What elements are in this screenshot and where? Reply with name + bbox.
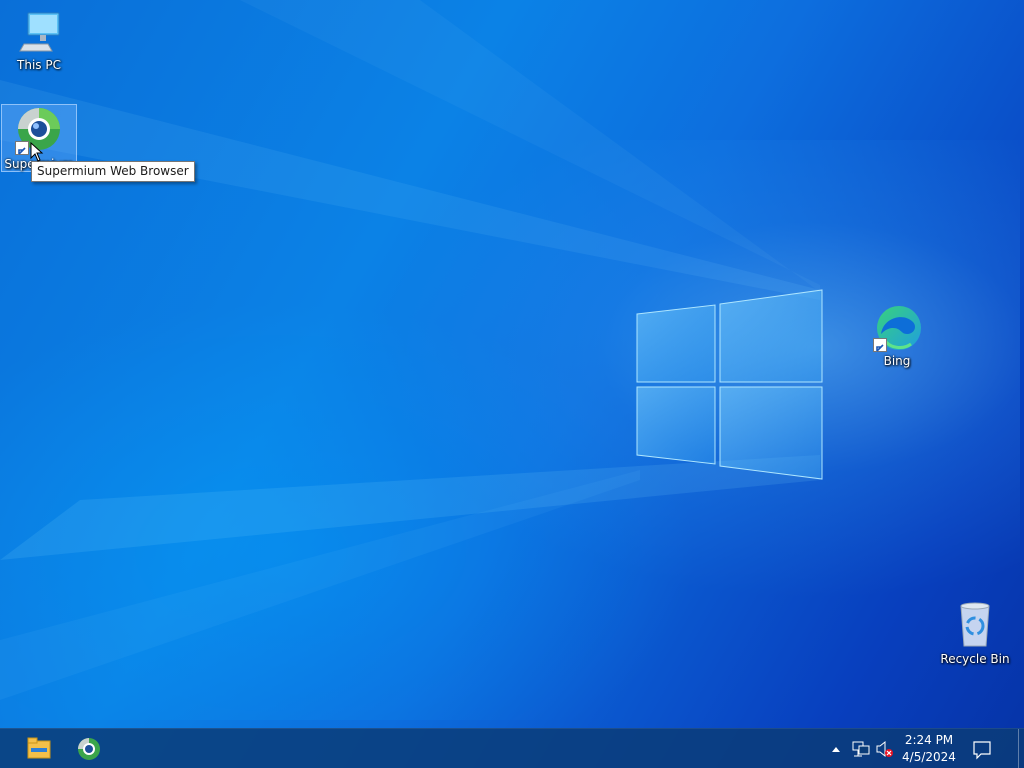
clock-date: 4/5/2024 — [902, 750, 956, 764]
mouse-cursor-icon — [30, 142, 44, 162]
edge-bing-icon — [873, 304, 921, 352]
desktop-icon-bing[interactable]: Bing — [859, 304, 935, 368]
shortcut-arrow-icon — [15, 141, 29, 155]
supermium-browser-icon — [78, 738, 100, 760]
recycle-bin-icon — [951, 602, 999, 650]
network-wired-icon — [852, 741, 870, 757]
desktop-icon-label: Bing — [883, 354, 911, 368]
taskbar: 2:24 PM 4/5/2024 — [0, 728, 1024, 768]
show-desktop-button[interactable] — [1018, 729, 1024, 768]
taskbar-clock[interactable]: 2:24 PM 4/5/2024 — [898, 732, 960, 766]
desktop: This PC Supermium — [0, 0, 1024, 728]
desktop-icon-label: This PC — [17, 58, 61, 72]
action-center-button[interactable] — [968, 729, 996, 768]
clock-time: 2:24 PM — [904, 733, 954, 747]
tray-volume-button[interactable] — [874, 729, 896, 768]
action-center-icon — [973, 741, 991, 760]
taskbar-file-explorer-button[interactable] — [15, 729, 63, 768]
taskbar-supermium-button[interactable] — [65, 729, 113, 768]
tray-overflow-button[interactable] — [829, 729, 843, 768]
volume-muted-icon — [876, 740, 893, 758]
file-explorer-icon — [27, 737, 51, 759]
tray-network-button[interactable] — [850, 729, 872, 768]
tooltip: Supermium Web Browser — [31, 161, 195, 182]
desktop-icon-recycle-bin[interactable]: Recycle Bin — [937, 602, 1013, 666]
shortcut-arrow-icon — [873, 338, 887, 352]
chevron-up-icon — [832, 747, 840, 752]
this-pc-icon — [15, 8, 63, 56]
desktop-icon-label: Recycle Bin — [940, 652, 1010, 666]
desktop-icon-this-pc[interactable]: This PC — [1, 8, 77, 72]
